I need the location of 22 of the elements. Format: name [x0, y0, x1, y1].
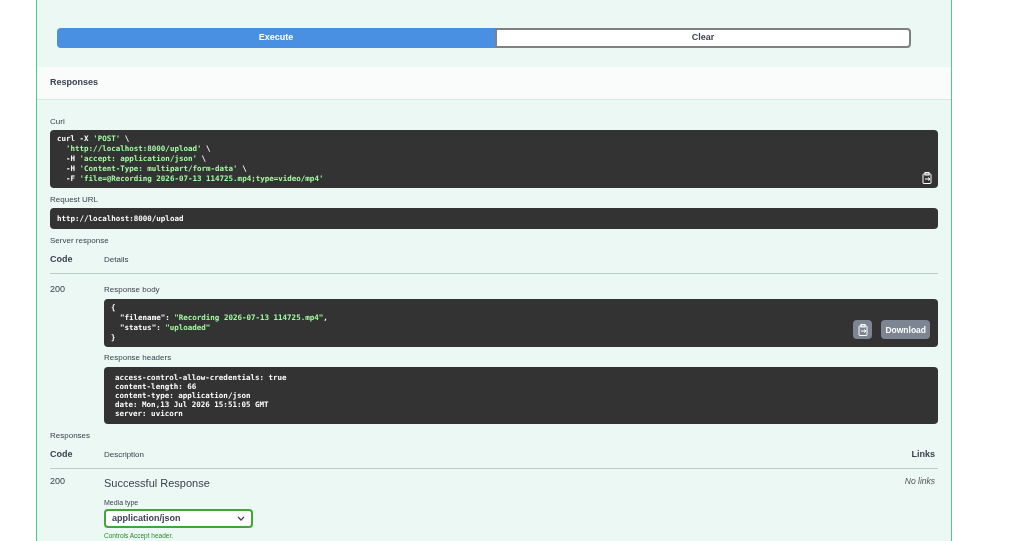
- download-button[interactable]: Download: [881, 320, 930, 339]
- section-label: Response body: [104, 285, 160, 295]
- section-label: Responses: [50, 431, 91, 441]
- section-label: Server response: [50, 236, 109, 246]
- column-header: Code: [50, 447, 74, 461]
- clear-button[interactable]: Clear: [495, 28, 911, 48]
- section-label: Request URL: [50, 195, 99, 205]
- links-cell: No links: [904, 475, 935, 488]
- response-description: Successful Response: [104, 476, 210, 491]
- column-header: Description: [104, 448, 145, 461]
- section-label: Response headers: [104, 353, 172, 363]
- status-code: 200: [50, 475, 67, 488]
- chevron-icon: [237, 516, 245, 521]
- media-type-select[interactable]: application/json: [104, 509, 253, 528]
- column-header: Code: [50, 252, 74, 266]
- responses-header: Responses: [37, 67, 951, 100]
- copy-icon[interactable]: [922, 172, 932, 184]
- status-code: 200: [50, 283, 67, 296]
- column-header: Details: [104, 253, 129, 266]
- copy-button[interactable]: [853, 320, 873, 339]
- section-label: Curl: [50, 117, 65, 127]
- column-header: Links: [911, 447, 935, 461]
